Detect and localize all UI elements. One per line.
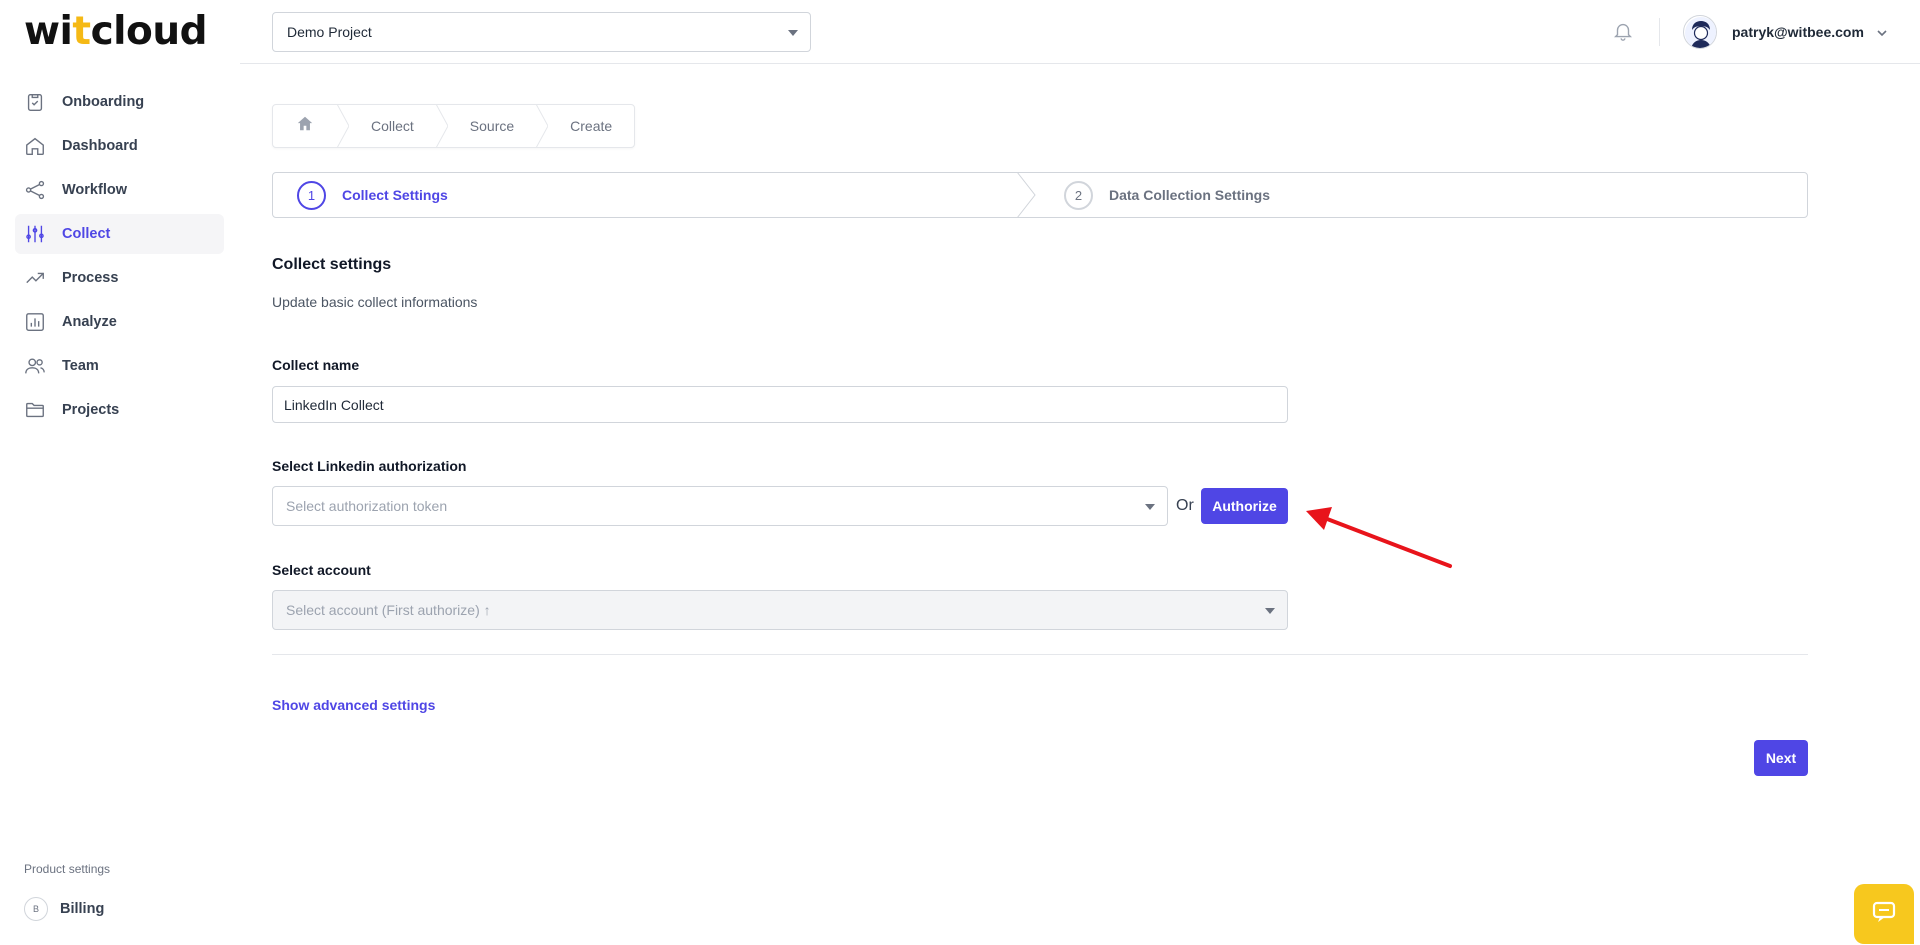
or-text: Or <box>1176 497 1194 514</box>
breadcrumb: Collect Source Create <box>272 103 636 149</box>
caret-down-icon <box>788 30 798 36</box>
clipboard-icon <box>24 91 46 113</box>
section-subtitle: Update basic collect informations <box>272 294 478 310</box>
chat-widget-button[interactable] <box>1854 884 1914 944</box>
collect-name-label: Collect name <box>272 357 360 373</box>
sidebar-item-billing[interactable]: B Billing <box>24 897 104 921</box>
sidebar-item-projects[interactable]: Projects <box>15 390 224 430</box>
breadcrumb-separator <box>435 103 449 149</box>
topbar-divider <box>1659 18 1660 46</box>
show-advanced-settings-link[interactable]: Show advanced settings <box>272 697 435 713</box>
collect-name-value: LinkedIn Collect <box>284 396 384 413</box>
step-number: 1 <box>297 180 326 210</box>
auth-token-select[interactable]: Select authorization token <box>272 486 1168 526</box>
witcloud-logo[interactable]: witcloud <box>24 12 208 52</box>
sidebar-item-collect[interactable]: Collect <box>15 214 224 254</box>
breadcrumb-home[interactable] <box>273 105 337 147</box>
bell-icon[interactable] <box>1612 20 1634 44</box>
breadcrumb-collect[interactable]: Collect <box>349 118 436 134</box>
breadcrumb-source[interactable]: Source <box>448 118 536 134</box>
share-nodes-icon <box>24 179 46 201</box>
chat-icon <box>1871 899 1897 930</box>
account-select: Select account (First authorize) ↑ <box>272 590 1288 630</box>
topbar: Demo Project patryk@witbee.com <box>240 0 1920 64</box>
user-menu[interactable]: patryk@witbee.com <box>1683 15 1888 49</box>
section-title: Collect settings <box>272 256 392 273</box>
sidebar-item-dashboard[interactable]: Dashboard <box>15 126 224 166</box>
bar-chart-icon <box>24 311 46 333</box>
users-icon <box>24 355 46 377</box>
billing-label: Billing <box>60 901 105 917</box>
step-label: Collect Settings <box>342 187 448 203</box>
product-settings-heading: Product settings <box>24 862 111 876</box>
sidebar-item-onboarding[interactable]: Onboarding <box>15 82 224 122</box>
account-placeholder: Select account (First authorize) ↑ <box>286 602 491 618</box>
step-label: Data Collection Settings <box>1109 187 1271 203</box>
sidebar-item-process[interactable]: Process <box>15 258 224 298</box>
auth-token-placeholder: Select authorization token <box>286 498 448 514</box>
home-icon <box>296 115 314 138</box>
trend-up-icon <box>24 267 46 289</box>
caret-down-icon <box>1265 608 1275 614</box>
collect-name-input[interactable]: LinkedIn Collect <box>272 386 1288 423</box>
folder-icon <box>24 399 46 421</box>
breadcrumb-create: Create <box>570 118 613 134</box>
step-separator <box>1017 172 1036 218</box>
authorize-button[interactable]: Authorize <box>1201 488 1288 524</box>
sidebar-item-workflow[interactable]: Workflow <box>15 170 224 210</box>
annotation-arrow <box>1306 507 1452 568</box>
step-number: 2 <box>1064 180 1093 210</box>
home-icon <box>24 135 46 157</box>
sliders-icon <box>24 223 46 245</box>
sidebar: witcloud Onboarding Dashboard Workflow C… <box>0 0 240 945</box>
project-select-value: Demo Project <box>287 24 372 40</box>
billing-badge: B <box>24 897 48 921</box>
step-data-collection-settings[interactable]: 2 Data Collection Settings <box>1064 173 1270 217</box>
step-collect-settings[interactable]: 1 Collect Settings <box>297 173 448 217</box>
user-email: patryk@witbee.com <box>1732 24 1864 40</box>
breadcrumb-separator <box>535 103 549 149</box>
divider <box>272 654 1808 655</box>
project-select[interactable]: Demo Project <box>272 12 811 52</box>
account-label: Select account <box>272 562 371 578</box>
sidebar-nav: Onboarding Dashboard Workflow Collect Pr… <box>15 82 224 434</box>
next-button[interactable]: Next <box>1754 740 1808 776</box>
sidebar-item-analyze[interactable]: Analyze <box>15 302 224 342</box>
avatar <box>1683 15 1717 49</box>
auth-label: Select Linkedin authorization <box>272 458 467 474</box>
chevron-down-icon <box>1876 26 1888 38</box>
caret-down-icon <box>1145 504 1155 510</box>
breadcrumb-separator <box>336 103 350 149</box>
stepper: 1 Collect Settings 2 Data Collection Set… <box>272 172 1808 218</box>
sidebar-item-team[interactable]: Team <box>15 346 224 386</box>
